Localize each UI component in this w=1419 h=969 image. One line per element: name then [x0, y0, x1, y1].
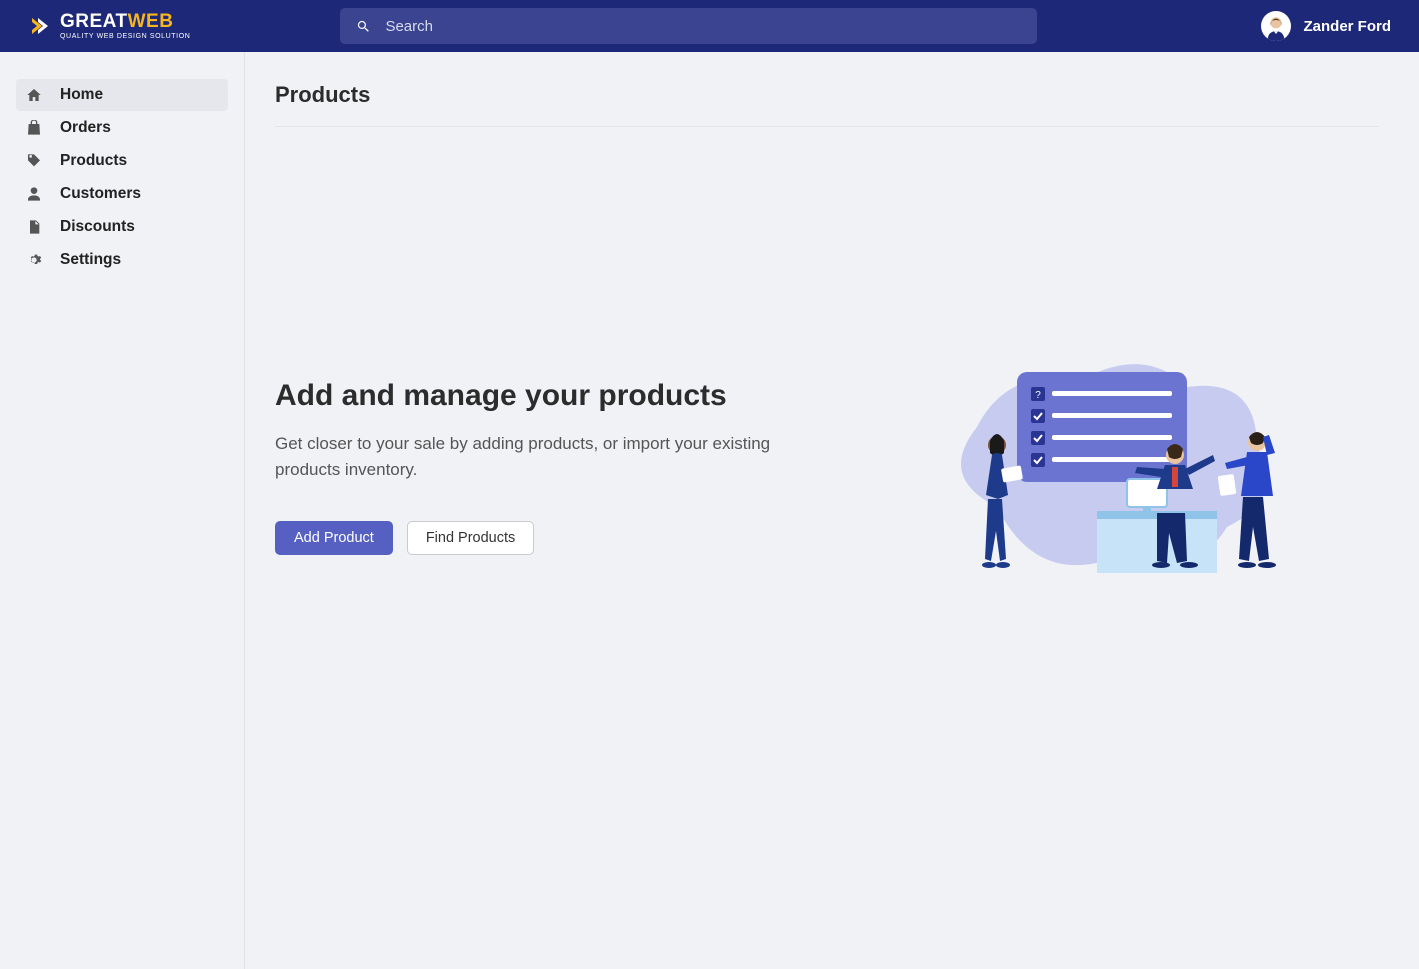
sidebar-item-settings[interactable]: Settings — [16, 244, 228, 276]
sidebar: Home Orders Products Customers Discounts… — [0, 52, 245, 969]
logo-arrow-icon — [28, 14, 52, 38]
file-icon — [26, 219, 42, 235]
sidebar-item-label: Home — [60, 86, 103, 104]
sidebar-item-home[interactable]: Home — [16, 79, 228, 111]
logo-name: GREATWEB — [60, 12, 190, 31]
sidebar-item-label: Customers — [60, 185, 141, 203]
avatar — [1261, 11, 1291, 41]
sidebar-item-label: Discounts — [60, 218, 135, 236]
logo-tagline: QUALITY WEB DESIGN SOLUTION — [60, 33, 190, 40]
tag-icon — [26, 153, 42, 169]
sidebar-item-orders[interactable]: Orders — [16, 112, 228, 144]
sidebar-item-discounts[interactable]: Discounts — [16, 211, 228, 243]
find-products-button[interactable]: Find Products — [407, 521, 534, 555]
user-name: Zander Ford — [1303, 18, 1391, 35]
sidebar-item-customers[interactable]: Customers — [16, 178, 228, 210]
sidebar-item-label: Orders — [60, 119, 111, 137]
search-icon — [356, 19, 371, 34]
header: GREATWEB QUALITY WEB DESIGN SOLUTION Zan… — [0, 0, 1419, 52]
svg-text:?: ? — [1035, 390, 1041, 401]
main-content: Products Add and manage your products Ge… — [245, 52, 1419, 969]
page-title: Products — [275, 82, 1379, 108]
bag-icon — [26, 120, 42, 136]
add-product-button[interactable]: Add Product — [275, 521, 393, 555]
divider — [275, 126, 1379, 127]
search-input[interactable] — [385, 18, 1021, 35]
logo[interactable]: GREATWEB QUALITY WEB DESIGN SOLUTION — [28, 12, 190, 40]
user-menu[interactable]: Zander Ford — [1261, 11, 1391, 41]
home-icon — [26, 87, 42, 103]
content-heading: Add and manage your products — [275, 379, 795, 413]
sidebar-item-products[interactable]: Products — [16, 145, 228, 177]
user-icon — [26, 186, 42, 202]
illustration: ? — [845, 327, 1379, 607]
search-box[interactable] — [340, 8, 1037, 44]
sidebar-item-label: Products — [60, 152, 127, 170]
content-description: Get closer to your sale by adding produc… — [275, 431, 795, 484]
sidebar-item-label: Settings — [60, 251, 121, 269]
gear-icon — [26, 252, 42, 268]
